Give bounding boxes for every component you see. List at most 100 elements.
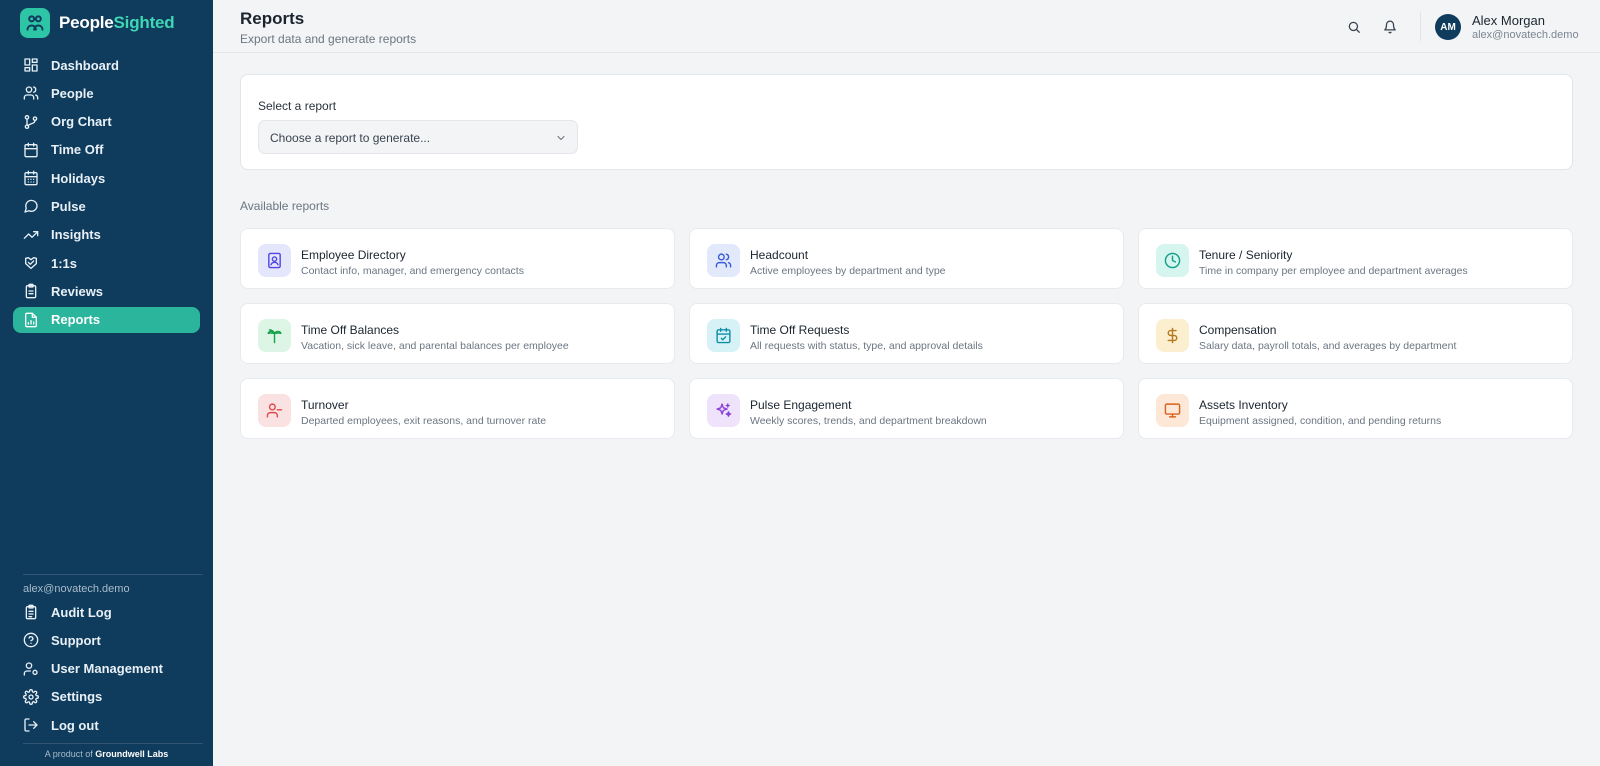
report-icon <box>25 312 37 328</box>
sidebar-item-time-off[interactable]: Time Off <box>13 137 200 163</box>
sidebar-item-reports[interactable]: Reports <box>13 306 200 333</box>
dashboard-icon <box>24 58 38 72</box>
calendar-icon <box>24 142 38 158</box>
user-cog-icon <box>23 661 38 676</box>
page-title: Reports <box>240 9 305 28</box>
r-icon <box>707 394 740 427</box>
sidebar-item-dashboard[interactable]: Dashboard <box>13 52 200 78</box>
report-description: Weekly scores, trends, and department br… <box>750 415 987 427</box>
report-description: Time in company per employee and departm… <box>1199 265 1468 277</box>
sidebar-item-people[interactable]: People <box>13 80 200 106</box>
report-title: Assets Inventory <box>1199 398 1288 412</box>
report-description: All requests with status, type, and appr… <box>750 340 983 352</box>
brand[interactable]: PeopleSighted <box>20 8 175 38</box>
sidebar-item-label: Pulse <box>51 198 86 214</box>
sidebar-item-label: Settings <box>51 689 103 705</box>
monitor-icon <box>1164 403 1181 418</box>
sidebar-divider <box>23 574 203 575</box>
sidebar-divider <box>23 743 203 744</box>
calendar-grid-icon <box>24 170 38 186</box>
user-name[interactable]: Alex Morgan <box>1472 13 1545 28</box>
report-title: Time Off Requests <box>750 323 850 337</box>
sidebar-bottom-nav: Audit Log Support User Management Settin… <box>13 599 200 740</box>
sidebar-item-insights[interactable]: Insights <box>13 222 200 248</box>
report-card-assets-inventory[interactable]: Assets Inventory Equipment assigned, con… <box>1138 378 1573 439</box>
sidebar-item-label: People <box>51 85 94 101</box>
sidebar-item-audit-log[interactable]: Audit Log <box>13 599 200 625</box>
report-select[interactable]: Choose a report to generate... <box>258 120 578 154</box>
r-icon <box>707 244 740 277</box>
clock-icon <box>1164 252 1181 269</box>
report-card-headcount[interactable]: Headcount Active employees by department… <box>689 228 1124 289</box>
sidebar-footer: A product of Groundwell Labs <box>0 749 213 759</box>
sidebar-item-pulse[interactable]: Pulse <box>13 193 200 219</box>
report-card-turnover[interactable]: Turnover Departed employees, exit reason… <box>240 378 675 439</box>
help-icon <box>23 632 39 648</box>
report-description: Equipment assigned, condition, and pendi… <box>1199 415 1442 427</box>
sparkles-icon <box>716 403 732 417</box>
avatar[interactable]: AM <box>1435 14 1461 40</box>
palm-tree-icon <box>267 329 282 344</box>
report-description: Contact info, manager, and emergency con… <box>301 265 524 277</box>
r-icon <box>1156 319 1189 352</box>
sidebar-item-org-chart[interactable]: Org Chart <box>13 109 200 135</box>
footer-prefix: A product of <box>44 749 93 759</box>
sidebar-item-label: Audit Log <box>51 604 112 620</box>
trending-up-icon <box>23 230 39 239</box>
r-icon <box>258 319 291 352</box>
report-card-time-off-balances[interactable]: Time Off Balances Vacation, sick leave, … <box>240 303 675 364</box>
report-title: Employee Directory <box>301 248 406 262</box>
clipboard-icon <box>25 284 37 299</box>
sidebar-item-holidays[interactable]: Holidays <box>13 165 200 191</box>
people-icon <box>23 86 39 100</box>
footer-company: Groundwell Labs <box>95 749 169 759</box>
report-description: Departed employees, exit reasons, and tu… <box>301 415 547 427</box>
search-icon <box>1348 21 1360 33</box>
sidebar-item-label: Time Off <box>51 142 104 158</box>
report-title: Headcount <box>750 248 809 262</box>
sidebar-item-label: Log out <box>51 717 99 733</box>
user-email: alex@novatech.demo <box>1472 29 1579 41</box>
notifications-button[interactable] <box>1381 18 1399 36</box>
report-title: Pulse Engagement <box>750 398 852 412</box>
report-title: Compensation <box>1199 323 1277 337</box>
sidebar-item-label: Org Chart <box>51 114 112 130</box>
report-title: Time Off Balances <box>301 323 400 337</box>
r-icon <box>707 319 740 352</box>
sidebar-item-label: User Management <box>51 661 163 677</box>
page-header: Reports Export data and generate reports… <box>213 0 1600 53</box>
chevron-down-icon <box>557 135 565 141</box>
report-card-compensation[interactable]: Compensation Salary data, payroll totals… <box>1138 303 1573 364</box>
sidebar-item-settings[interactable]: Settings <box>13 684 200 710</box>
handshake-icon <box>25 257 37 270</box>
search-button[interactable] <box>1345 18 1363 36</box>
sidebar-item-log-out[interactable]: Log out <box>13 712 200 738</box>
report-card-time-off-requests[interactable]: Time Off Requests All requests with stat… <box>689 303 1124 364</box>
sidebar-item-label: Reviews <box>51 283 104 299</box>
report-select-placeholder: Choose a report to generate... <box>270 131 431 145</box>
sidebar-item-support[interactable]: Support <box>13 627 200 653</box>
sidebar-item-user-management[interactable]: User Management <box>13 656 200 682</box>
report-description: Vacation, sick leave, and parental balan… <box>301 340 569 352</box>
report-card-employee-directory[interactable]: Employee Directory Contact info, manager… <box>240 228 675 289</box>
sidebar-item-label: 1:1s <box>51 255 78 271</box>
sidebar-item-label: Support <box>51 632 101 648</box>
sidebar-item-label: Insights <box>51 227 101 243</box>
sidebar-item-label: Dashboard <box>51 57 119 73</box>
report-title: Tenure / Seniority <box>1199 248 1293 262</box>
header-divider <box>1420 12 1421 41</box>
sidebar-item-reviews[interactable]: Reviews <box>13 278 200 304</box>
sidebar-item-1-1s[interactable]: 1:1s <box>13 250 200 276</box>
available-reports-label: Available reports <box>240 199 330 213</box>
users-icon <box>715 253 732 268</box>
report-description: Salary data, payroll totals, and average… <box>1199 340 1457 352</box>
bell-icon <box>1384 20 1396 34</box>
sidebar-item-label: Reports <box>51 312 101 328</box>
report-card-tenure-seniority[interactable]: Tenure / Seniority Time in company per e… <box>1138 228 1573 289</box>
sidebar-user-email: alex@novatech.demo <box>23 583 130 595</box>
logout-icon <box>24 718 38 732</box>
report-card-pulse-engagement[interactable]: Pulse Engagement Weekly scores, trends, … <box>689 378 1124 439</box>
gear-icon <box>23 688 39 705</box>
chat-icon <box>24 200 38 214</box>
page-subtitle: Export data and generate reports <box>240 32 417 46</box>
